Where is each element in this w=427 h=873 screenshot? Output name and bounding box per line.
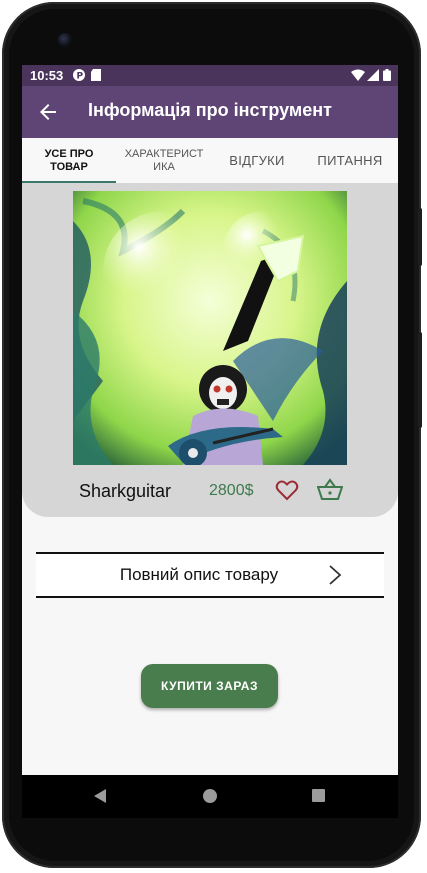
status-time: 10:53 [30, 68, 64, 83]
product-price: 2800$ [209, 482, 254, 499]
front-camera [58, 33, 72, 47]
product-card: Sharkguitar 2800$ [22, 183, 398, 517]
nav-back-icon[interactable] [93, 788, 107, 804]
product-name: Sharkguitar [79, 481, 172, 501]
chevron-right-icon [329, 565, 342, 585]
nav-recents-icon[interactable] [312, 789, 325, 802]
status-bar: 10:53 P [22, 65, 398, 86]
app-bar: Інформація про інструмент [22, 86, 398, 138]
tab-questions[interactable]: ПИТАННЯ [306, 138, 394, 183]
battery-icon [383, 69, 391, 81]
signal-icon [367, 69, 379, 81]
tab-reviews[interactable]: ВІДГУКИ [218, 138, 296, 183]
tab-characteristics[interactable]: ХАРАКТЕРИСТИКА [116, 138, 212, 183]
tab-label: ПИТАННЯ [317, 153, 383, 168]
arrow-left-icon[interactable] [36, 100, 60, 124]
tab-bar: УСЕ ПРО ТОВАР ХАРАКТЕРИСТИКА ВІДГУКИ ПИТ… [22, 138, 398, 183]
tab-label: ВІДГУКИ [229, 153, 285, 168]
power-button [418, 332, 422, 428]
page-title: Інформація про інструмент [88, 100, 332, 120]
wifi-icon [351, 69, 365, 81]
nav-home-icon[interactable] [203, 789, 217, 803]
svg-text:P: P [77, 72, 84, 82]
buy-now-button[interactable]: КУПИТИ ЗАРАЗ [141, 664, 278, 708]
volume-button [418, 208, 422, 266]
full-description-label: Повний опис товару [119, 565, 279, 584]
tab-label: УСЕ ПРО ТОВАР [44, 147, 94, 173]
sd-card-icon [91, 69, 101, 81]
tab-label: ХАРАКТЕРИСТИКА [124, 147, 204, 173]
product-artwork[interactable] [73, 191, 347, 465]
heart-outline-icon[interactable] [275, 478, 299, 502]
system-nav-bar [22, 775, 398, 818]
basket-icon[interactable] [317, 478, 343, 502]
tab-all-about-product[interactable]: УСЕ ПРО ТОВАР [22, 138, 116, 183]
screen: 10:53 P Інформація про інструмент УСЕ ПР… [22, 65, 398, 775]
app-icon-p: P [73, 69, 85, 81]
full-description-row[interactable]: Повний опис товару [36, 552, 384, 598]
